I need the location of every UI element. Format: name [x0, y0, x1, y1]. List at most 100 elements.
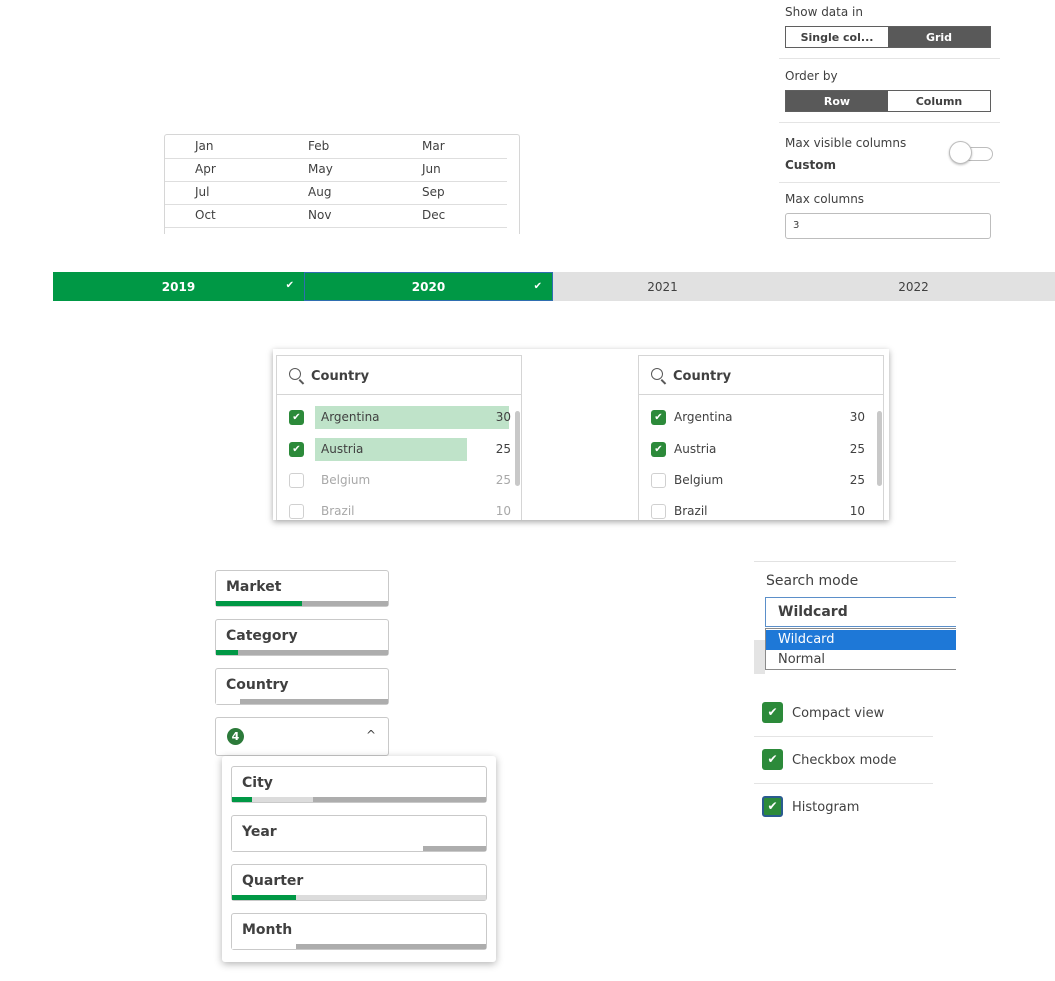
month-cell[interactable]: Apr	[195, 162, 216, 176]
item-name: Austria	[674, 442, 717, 456]
checkbox-icon	[289, 473, 304, 488]
field-chip-month[interactable]: Month	[231, 913, 487, 950]
month-cell[interactable]: Oct	[195, 208, 216, 222]
checkbox-mode-checkbox[interactable]: ✔	[762, 749, 783, 770]
list-item[interactable]: Brazil 10	[277, 499, 517, 520]
option-normal[interactable]: Normal	[766, 650, 956, 670]
month-cell[interactable]: May	[308, 162, 333, 176]
compact-view-checkbox[interactable]: ✔	[762, 702, 783, 723]
search-mode-select[interactable]: Wildcard	[765, 597, 956, 627]
item-name: Brazil	[321, 504, 355, 518]
selection-state-bar	[232, 846, 486, 851]
year-cell-2022[interactable]: 2022	[772, 272, 1055, 301]
column-option[interactable]: Column	[888, 91, 990, 111]
item-name: Brazil	[674, 504, 708, 518]
item-count: 10	[495, 504, 511, 518]
order-by-label: Order by	[785, 69, 838, 83]
show-data-in-toggle: Single col... Grid	[785, 26, 991, 48]
selected-portion	[216, 601, 302, 606]
year-cell-2019[interactable]: 2019 ✔	[53, 272, 304, 301]
row-option[interactable]: Row	[786, 91, 888, 111]
list-item[interactable]: ✔ Austria 25	[277, 437, 517, 463]
year-cell-2021[interactable]: 2021	[553, 272, 772, 301]
field-chip-year[interactable]: Year	[231, 815, 487, 852]
item-count: 25	[849, 473, 865, 487]
checkbox-icon	[651, 504, 666, 519]
check-icon: ✔	[285, 280, 294, 291]
more-fields-button[interactable]: 4 ^	[215, 717, 389, 756]
item-name: Argentina	[674, 410, 733, 424]
search-icon[interactable]	[289, 368, 301, 380]
list-item[interactable]: Brazil 10	[639, 499, 879, 520]
divider	[754, 736, 933, 737]
listbox-header: Country	[639, 356, 883, 395]
excluded-portion	[232, 846, 423, 851]
month-cell[interactable]: Mar	[422, 139, 445, 153]
list-item[interactable]: Belgium 25	[277, 468, 517, 494]
month-cell[interactable]: Feb	[308, 139, 329, 153]
divider	[754, 561, 956, 562]
grid-row: Jan Feb Mar	[165, 135, 507, 159]
month-cell[interactable]: Sep	[422, 185, 445, 199]
item-name: Belgium	[674, 473, 724, 487]
month-cell[interactable]: Jan	[195, 139, 214, 153]
single-column-option[interactable]: Single col...	[786, 27, 888, 47]
item-count: 25	[849, 442, 865, 456]
chip-label: Category	[226, 628, 298, 644]
country-listboxes-panel: Country ✔ Argentina 30 ✔ Austria 25 Belg…	[273, 349, 889, 520]
field-chip-quarter[interactable]: Quarter	[231, 864, 487, 901]
histogram-checkbox[interactable]: ✔	[762, 796, 783, 817]
month-cell[interactable]: Dec	[422, 208, 445, 222]
checkbox-checked-icon: ✔	[651, 442, 666, 457]
item-count: 25	[495, 442, 511, 456]
item-name: Austria	[321, 442, 364, 456]
year-label: 2020	[411, 279, 446, 294]
field-chip-category[interactable]: Category	[215, 619, 389, 656]
checkbox-checked-icon: ✔	[651, 410, 666, 425]
list-item[interactable]: ✔ Argentina 30	[277, 405, 517, 431]
checkbox-mode-label: Checkbox mode	[792, 753, 897, 768]
checkbox-icon	[289, 504, 304, 519]
field-chip-city[interactable]: City	[231, 766, 487, 803]
item-count: 30	[849, 410, 865, 424]
list-item[interactable]: ✔ Argentina 30	[639, 405, 879, 431]
selection-state-bar	[216, 601, 388, 606]
list-item[interactable]: ✔ Austria 25	[639, 437, 879, 463]
listbox-header: Country	[277, 356, 521, 395]
max-visible-columns-switch[interactable]	[949, 141, 993, 164]
search-mode-options: Wildcard Normal	[765, 628, 956, 670]
list-item[interactable]: Belgium 25	[639, 468, 879, 494]
item-name: Belgium	[321, 473, 371, 487]
scrollbar[interactable]	[877, 411, 882, 486]
option-wildcard[interactable]: Wildcard	[766, 630, 956, 650]
year-cell-2020[interactable]: 2020 ✔	[304, 272, 553, 301]
month-cell[interactable]: Aug	[308, 185, 331, 199]
scrollbar[interactable]	[515, 411, 520, 486]
item-name: Argentina	[321, 410, 380, 424]
check-icon: ✔	[533, 281, 542, 292]
month-cell[interactable]: Jul	[195, 185, 209, 199]
grid-row: Oct Nov Dec	[165, 204, 507, 228]
max-columns-input[interactable]: 3	[785, 213, 991, 239]
year-label: 2022	[898, 279, 929, 294]
hidden-count-badge: 4	[227, 728, 244, 745]
checkbox-icon	[651, 473, 666, 488]
month-cell[interactable]: Nov	[308, 208, 331, 222]
grid-option[interactable]: Grid	[888, 27, 990, 47]
month-cell[interactable]: Jun	[422, 162, 441, 176]
year-label: 2021	[647, 279, 678, 294]
grid-row: Apr May Jun	[165, 158, 507, 182]
checkbox-checked-icon: ✔	[289, 442, 304, 457]
chip-label: Country	[226, 677, 289, 693]
show-data-in-label: Show data in	[785, 5, 863, 19]
country-listbox-histogram: Country ✔ Argentina 30 ✔ Austria 25 Belg…	[276, 355, 522, 520]
field-chip-market[interactable]: Market	[215, 570, 389, 607]
selection-state-bar	[216, 650, 388, 655]
histogram-label: Histogram	[792, 800, 860, 815]
chip-label: Year	[242, 824, 277, 840]
field-chip-country[interactable]: Country	[215, 668, 389, 705]
grid-row: Jul Aug Sep	[165, 181, 507, 205]
switch-knob	[949, 141, 972, 164]
search-icon[interactable]	[651, 368, 663, 380]
divider	[779, 58, 1000, 59]
